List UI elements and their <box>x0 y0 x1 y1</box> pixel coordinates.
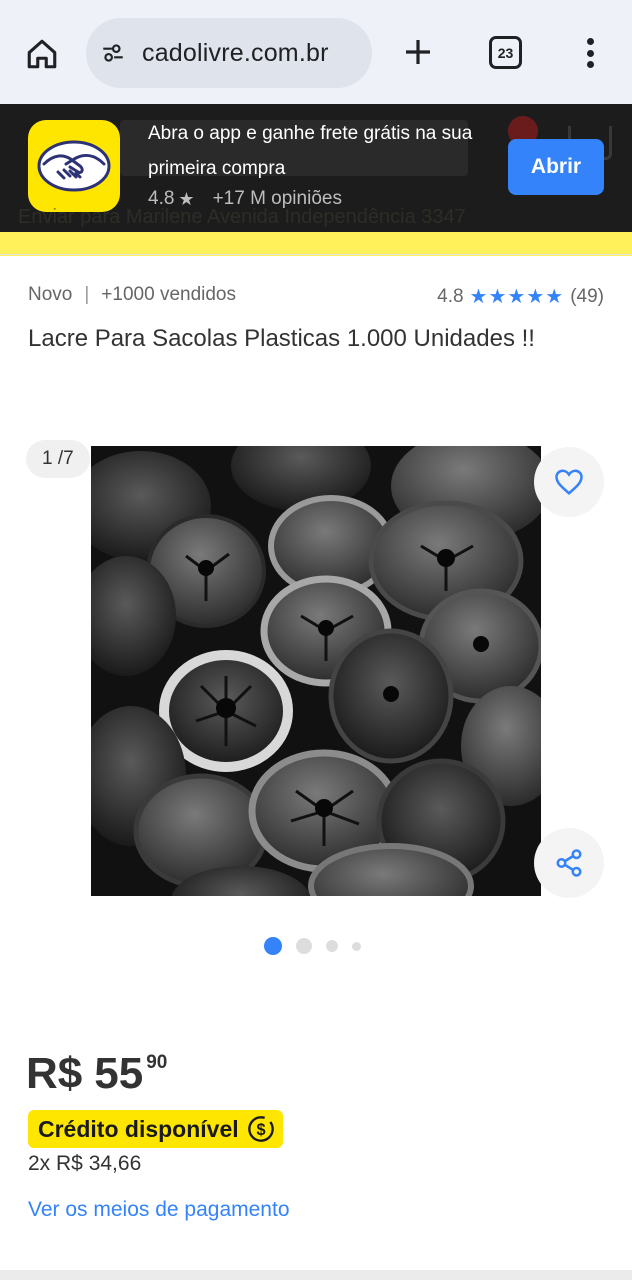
product-rating[interactable]: 4.8 ★★★★★ (49) <box>437 284 604 309</box>
sold-count: +1000 vendidos <box>101 284 236 305</box>
installments-text: 2x R$ 34,66 <box>28 1152 142 1175</box>
banner-title: Abra o app e ganhe frete grátis na sua p… <box>148 123 473 179</box>
review-count: (49) <box>570 285 604 307</box>
address-bar[interactable]: cadolivre.com.br <box>86 18 372 88</box>
more-vert-icon[interactable] <box>576 32 604 74</box>
site-settings-icon[interactable] <box>98 38 128 68</box>
rating-stars-icon: ★★★★★ <box>469 286 565 308</box>
product-title: Lacre Para Sacolas Plasticas 1.000 Unida… <box>28 325 535 352</box>
product-meta: Novo | +1000 vendidos <box>28 284 236 306</box>
mercadolivre-logo-icon <box>28 120 120 212</box>
rating-value: 4.8 <box>437 285 464 307</box>
gallery-counter: 1 /7 <box>26 440 90 478</box>
pagination-dot-active[interactable] <box>264 937 282 955</box>
pagination-dot[interactable] <box>352 941 361 951</box>
share-icon[interactable] <box>534 828 604 898</box>
price-cents: 90 <box>146 1052 168 1073</box>
tab-count: 23 <box>497 44 514 61</box>
pagination-dot[interactable] <box>326 940 338 952</box>
divider <box>0 254 632 255</box>
home-icon[interactable] <box>22 34 62 74</box>
payment-methods-link[interactable]: Ver os meios de pagamento <box>28 1198 290 1222</box>
dollar-coin-icon: $ <box>247 1116 274 1142</box>
tabs-icon[interactable]: 23 <box>489 36 522 69</box>
browser-toolbar: cadolivre.com.br 23 <box>0 0 632 104</box>
url-text: cadolivre.com.br <box>142 38 329 67</box>
condition-label: Novo <box>28 284 73 305</box>
product-image[interactable] <box>91 446 541 896</box>
pagination-dot[interactable] <box>296 938 312 954</box>
favorite-heart-icon[interactable] <box>534 447 604 517</box>
open-app-button[interactable]: Abrir <box>508 139 604 195</box>
section-divider <box>0 1270 632 1280</box>
price-currency: R$ <box>26 1049 83 1098</box>
gallery-pagination <box>264 937 361 955</box>
svg-text:$: $ <box>256 1121 265 1139</box>
meta-separator: | <box>84 284 90 305</box>
price: R$ 55 90 <box>26 1046 167 1102</box>
plus-icon[interactable] <box>398 32 438 72</box>
delivery-location-ghost: Enviar para Marilene Avenida Independênc… <box>18 206 466 228</box>
credit-available-badge[interactable]: Crédito disponível $ <box>28 1110 283 1148</box>
credit-label: Crédito disponível <box>38 1115 239 1142</box>
price-integer: 55 <box>94 1049 144 1098</box>
